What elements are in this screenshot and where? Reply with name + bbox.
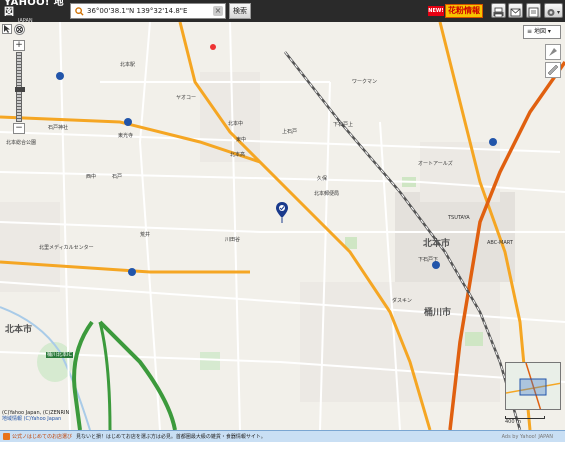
area-shimo-ishito-shimo: 下石戸下 xyxy=(418,257,439,263)
ad-icon xyxy=(3,433,10,440)
area-nishi: 西中 xyxy=(86,174,97,180)
print-icon[interactable] xyxy=(491,3,506,18)
map-pin-icon[interactable] xyxy=(276,202,288,224)
city-label-okegawa: 桶川市 xyxy=(424,308,452,318)
ic-label: 桶川北本IC xyxy=(46,352,73,358)
area-kawada: 川田谷 xyxy=(225,237,241,243)
poi-tsutaya: TSUTAYA xyxy=(448,215,470,221)
poi-kitamoto-jhs: 北本中 xyxy=(228,121,244,127)
footer-ad-bar: 公式ノはじめてのお店選び 見ないと損！はじめてお店を選ぶ方は必見。首都圏最大級の… xyxy=(0,430,565,442)
poi-park: 北本総合公園 xyxy=(6,140,37,146)
area-ishito: 石戸 xyxy=(112,174,123,180)
city-label-kitamoto: 北本市 xyxy=(423,239,451,249)
zoom-slider[interactable] xyxy=(15,52,25,122)
poi-duskin: ダスキン xyxy=(392,298,412,304)
overview-minimap[interactable] xyxy=(505,362,561,410)
compass-icon[interactable] xyxy=(545,44,561,60)
poi-kitamoto-hs: 北本高 xyxy=(230,152,246,158)
layers-icon: ≡ xyxy=(527,28,534,35)
poi-yaoko: ヤオコー xyxy=(176,95,197,101)
red-marker-icon[interactable] xyxy=(210,44,216,50)
city-label-kitamoto-west: 北本市 xyxy=(5,325,33,335)
top-bar: YAHOO! 地図 JAPAN × 検索 NEW! 花粉情報 xyxy=(0,0,565,24)
search-box[interactable]: × xyxy=(70,3,226,19)
ruler-icon[interactable] xyxy=(545,62,561,78)
station-label: 北本駅 xyxy=(120,62,136,68)
zoom-control: + − xyxy=(13,40,25,134)
poi-shrine: 石戸神社 xyxy=(48,125,69,131)
poi-higashi-jhs: 東中 xyxy=(236,137,247,143)
bottom-spacer xyxy=(0,442,565,452)
scale-bar: 400 m xyxy=(505,416,565,425)
ad-text: 見ないと損！はじめてお店を選ぶ方は必見。首都圏最大級の雑貨・食器情報サイト。 xyxy=(76,434,266,440)
ad-credit[interactable]: Ads by Yahoo! JAPAN xyxy=(502,434,553,440)
poi-post-office: 北本郵便局 xyxy=(314,191,340,197)
print-settings-icon[interactable] xyxy=(526,3,541,18)
share-icon[interactable] xyxy=(508,3,523,18)
pointer-mode-icon[interactable] xyxy=(2,24,12,34)
search-icon xyxy=(73,5,85,17)
map-type-dropdown[interactable]: ≡ 地図 ▾ xyxy=(523,25,561,39)
map-app: YAHOO! 地図 JAPAN × 検索 NEW! 花粉情報 xyxy=(0,0,565,452)
area-shimo-ishito-kami: 下石戸上 xyxy=(333,122,354,128)
poi-temple: 東光寺 xyxy=(118,133,134,139)
map-canvas[interactable]: 北本市 北本市 桶川市 桶川北本IC 北本駅 TSUTAYA ABC-MART … xyxy=(0,22,565,430)
new-badge: NEW! xyxy=(428,6,444,16)
settings-icon[interactable] xyxy=(544,3,563,18)
ad-link[interactable]: 公式ノはじめてのお店選び xyxy=(12,433,72,440)
search-button[interactable]: 検索 xyxy=(229,3,251,19)
map-graphics xyxy=(0,22,565,430)
copyright-line2[interactable]: 地域情報 (C)Yahoo Japan xyxy=(2,416,69,422)
poi-workman: ワークマン xyxy=(352,79,378,85)
copyright: (C)Yahoo Japan, (C)ZENRIN 地域情報 (C)Yahoo … xyxy=(2,410,69,422)
zoom-out-button[interactable]: − xyxy=(13,123,25,134)
yahoo-map-logo[interactable]: YAHOO! 地図 JAPAN xyxy=(0,0,64,24)
map-type-label: 地図 xyxy=(533,28,546,35)
search-input[interactable] xyxy=(87,5,211,17)
area-arai: 荒井 xyxy=(140,232,151,238)
pollen-info-button[interactable]: 花粉情報 xyxy=(445,4,483,18)
scale-label: 400 m xyxy=(505,419,522,425)
area-kubo: 久保 xyxy=(317,176,328,182)
clear-icon[interactable]: × xyxy=(213,6,223,16)
poi-hospital: 北里メディカルセンター xyxy=(39,245,94,251)
locate-icon[interactable] xyxy=(14,24,25,35)
area-kamiishito: 上石戸 xyxy=(282,129,298,135)
poi-auto: オートアールズ xyxy=(418,161,453,167)
zoom-in-button[interactable]: + xyxy=(13,40,25,51)
zoom-slider-thumb[interactable] xyxy=(15,87,25,92)
poi-abc-mart: ABC-MART xyxy=(487,240,513,246)
